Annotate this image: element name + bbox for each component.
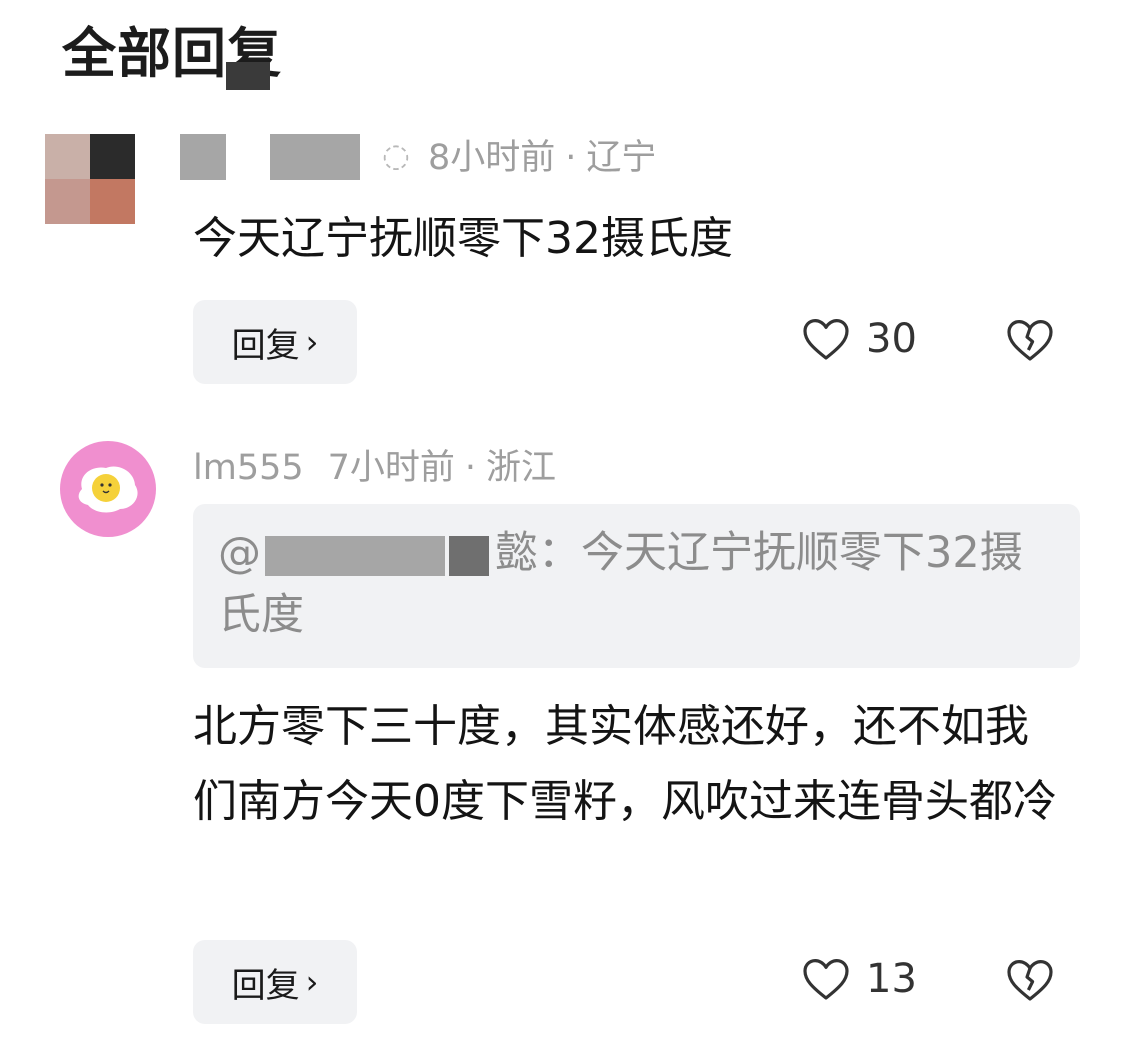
comment-meta: lm555 7小时前 · 浙江 [193,448,557,488]
comment-location: 浙江 [486,448,557,488]
comment-text: 今天辽宁抚顺零下32摄氏度 [193,213,733,264]
title-redaction [226,62,270,90]
like-button[interactable]: 30 [802,316,917,362]
username-fragment: ◌ [382,136,410,174]
comment-meta: 8小时前 · 辽宁 [428,138,657,178]
broken-heart-icon [1007,960,1053,1001]
comment-text: 北方零下三十度，其实体感还好，还不如我们南方今天0度下雪籽，风吹过来连骨头都冷 [193,701,1057,827]
reply-label: 回复 [231,325,300,366]
like-count: 30 [866,316,917,362]
dislike-button[interactable] [1006,958,1054,1006]
username-redacted[interactable] [270,134,360,180]
comment-location: 辽宁 [586,138,657,178]
fried-egg-icon [78,466,138,513]
chevron-right-icon: › [305,323,319,361]
username[interactable]: lm555 [193,448,304,488]
avatar[interactable] [45,134,135,224]
quoted-text: @ 懿：今天辽宁抚顺零下32摄氏度 [218,528,1023,640]
quoted-username-redacted [449,535,489,576]
reply-label: 回复 [231,965,300,1006]
quoted-username-redacted [265,535,445,576]
avatar[interactable] [60,441,156,537]
reply-button[interactable]: 回复 › [193,940,357,1024]
username-redacted[interactable] [180,134,226,180]
broken-heart-icon [1007,320,1053,361]
heart-icon [803,319,849,360]
like-button[interactable]: 13 [802,956,917,1002]
chevron-right-icon: › [305,963,319,1001]
comment-time: 8小时前 [428,138,556,178]
dislike-button[interactable] [1006,318,1054,366]
heart-icon [803,959,849,1000]
like-count: 13 [866,956,917,1002]
comment-time: 7小时前 [327,448,455,488]
reply-button[interactable]: 回复 › [193,300,357,384]
quoted-name-suffix: 懿： [495,528,581,578]
